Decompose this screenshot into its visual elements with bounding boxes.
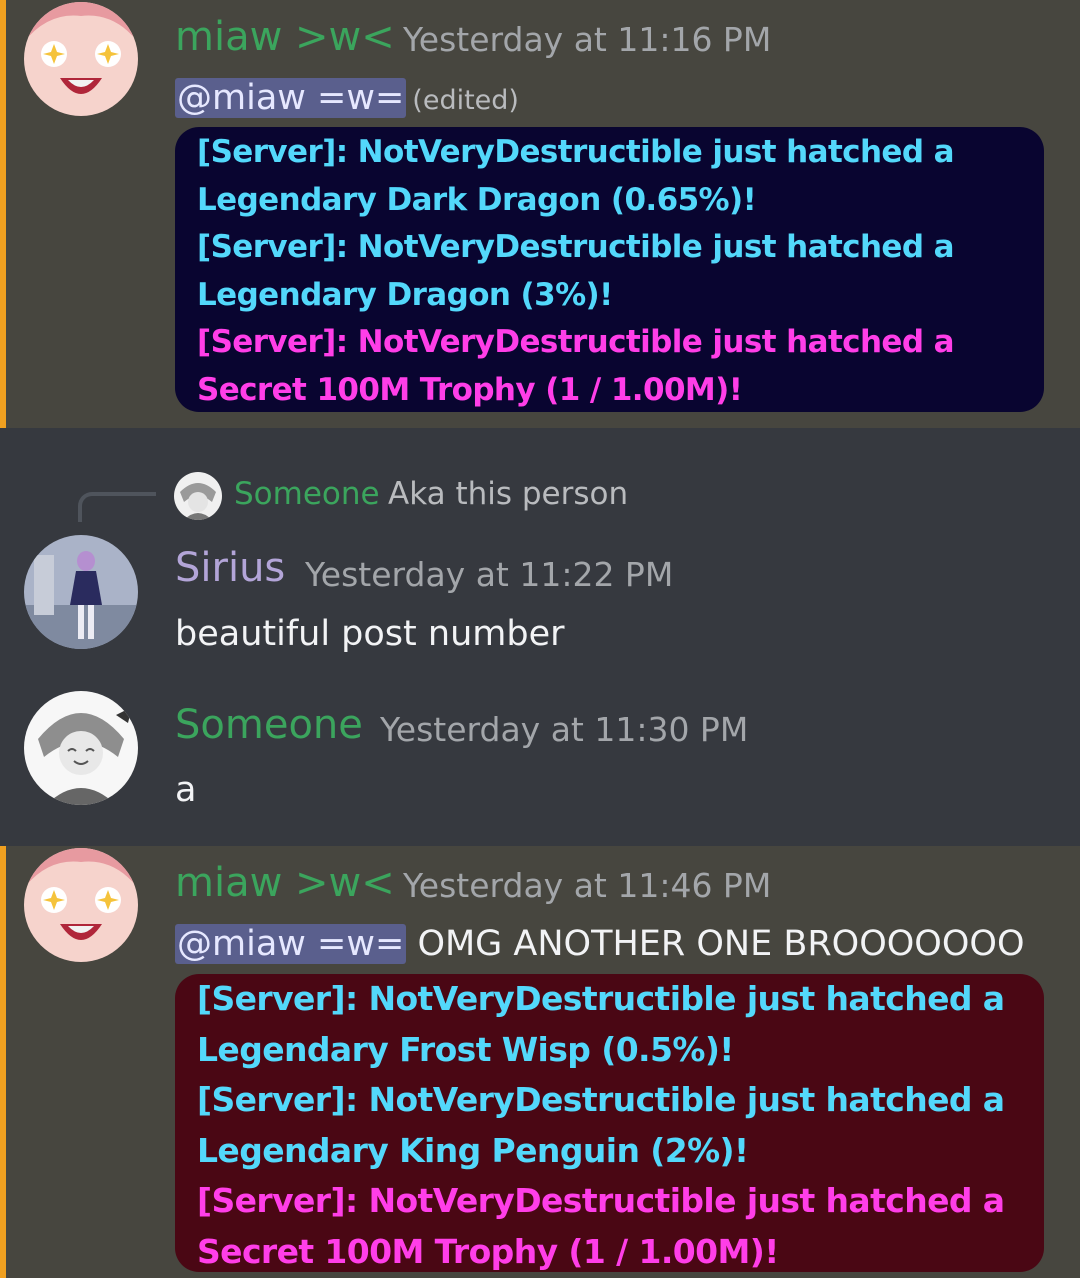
author-name[interactable]: miaw >w<	[175, 14, 395, 60]
timestamp: Yesterday at 11:46 PM	[403, 866, 772, 905]
server-line: [Server]: NotVeryDestructible just hatch…	[197, 979, 1005, 1018]
attachment-screenshot[interactable]: [Server]: NotVeryDestructible just hatch…	[175, 974, 1044, 1272]
reply-preview-text[interactable]: Aka this person	[388, 476, 628, 512]
author-name[interactable]: Someone	[175, 702, 363, 748]
message-3[interactable]: Someone Yesterday at 11:30 PM a	[0, 690, 1080, 840]
server-line: [Server]: NotVeryDestructible just hatch…	[197, 324, 955, 360]
author-name[interactable]: miaw >w<	[175, 860, 395, 906]
message-text: beautiful post number	[175, 614, 565, 654]
server-line: Legendary Dragon (3%)!	[197, 276, 613, 313]
server-line: [Server]: NotVeryDestructible just hatch…	[197, 229, 955, 265]
server-line: Legendary Frost Wisp (0.5%)!	[197, 1029, 734, 1069]
reply-author[interactable]: Someone	[234, 476, 380, 512]
server-line: [Server]: NotVeryDestructible just hatch…	[197, 134, 955, 170]
message-1[interactable]: miaw >w< Yesterday at 11:16 PM @miaw =w=…	[0, 0, 1080, 428]
avatar-miaw[interactable]	[24, 848, 138, 962]
message-4[interactable]: miaw >w< Yesterday at 11:46 PM @miaw =w=…	[0, 846, 1080, 1278]
author-name[interactable]: Sirius	[175, 545, 285, 591]
message-text: a	[175, 770, 197, 810]
avatar-sirius[interactable]	[24, 535, 138, 649]
attachment-screenshot[interactable]: [Server]: NotVeryDestructible just hatch…	[175, 127, 1044, 412]
message-content: @miaw =w= OMG ANOTHER ONE BROOOOOOO	[175, 924, 1025, 964]
mention-tag[interactable]: @miaw =w=	[175, 924, 407, 964]
message-content: @miaw =w= (edited)	[175, 78, 519, 118]
reply-avatar[interactable]	[174, 472, 222, 520]
timestamp: Yesterday at 11:22 PM	[305, 555, 674, 594]
server-line: Legendary Dark Dragon (0.65%)!	[197, 181, 757, 218]
server-line: Secret 100M Trophy (1 / 1.00M)!	[197, 1231, 779, 1271]
message-text: OMG ANOTHER ONE BROOOOOOO	[417, 924, 1025, 964]
timestamp: Yesterday at 11:16 PM	[403, 20, 772, 59]
server-line: [Server]: NotVeryDestructible just hatch…	[197, 1080, 1005, 1119]
mention-tag[interactable]: @miaw =w=	[175, 78, 407, 118]
avatar-someone[interactable]	[24, 691, 138, 805]
server-line: Secret 100M Trophy (1 / 1.00M)!	[197, 371, 743, 408]
timestamp: Yesterday at 11:30 PM	[380, 710, 749, 749]
server-line: Legendary King Penguin (2%)!	[197, 1130, 749, 1170]
message-2[interactable]: Sirius Yesterday at 11:22 PM beautiful p…	[0, 535, 1080, 675]
edited-label: (edited)	[412, 85, 519, 116]
avatar-miaw[interactable]	[24, 2, 138, 116]
reply-spine	[78, 492, 156, 522]
server-line: [Server]: NotVeryDestructible just hatch…	[197, 1181, 1005, 1220]
